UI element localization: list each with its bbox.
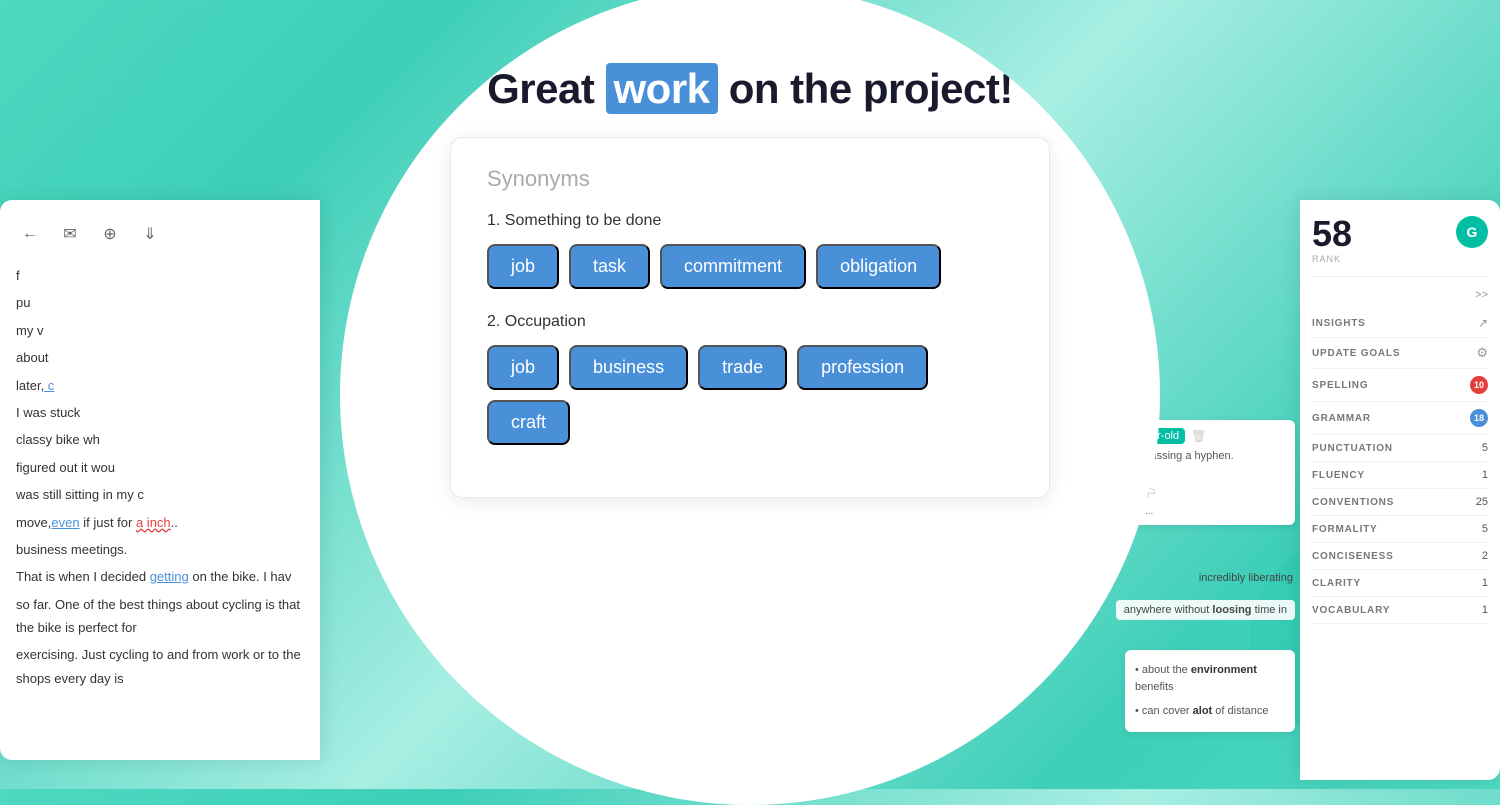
tag-trade[interactable]: trade [698,345,787,390]
issue-spelling[interactable]: SPELLING 10 [1312,369,1488,402]
bottom-note2: incredibly liberating [1197,570,1295,586]
download-icon[interactable]: ⇓ [136,220,164,248]
score-section: 58 RANK [1312,216,1352,264]
insights-icon: ↗ [1478,316,1488,330]
punctuation-count: 5 [1482,442,1488,454]
clarity-count: 1 [1482,577,1488,589]
conventions-count: 25 [1476,496,1488,508]
main-heading: Great work on the project! [487,65,1013,113]
heading-highlighted-word: work [606,63,718,114]
update-goals-label: UPDATE GOALS [1312,348,1400,359]
flag-icon[interactable]: ⚐ [1145,484,1285,502]
conciseness-count: 2 [1482,550,1488,562]
editor-toolbar: ← ✉ ⊕ ⇓ [16,220,304,248]
synonyms-title: Synonyms [487,166,1013,192]
conventions-label: CONVENTIONS [1312,497,1394,508]
fluency-count: 1 [1482,469,1488,481]
tag-obligation[interactable]: obligation [816,244,941,289]
nav-arrows[interactable]: >> [1475,289,1488,301]
group-2-tags: job business trade profession craft [487,345,1013,445]
insights-label: INSIGHTS [1312,318,1366,329]
punctuation-label: PUNCTUATION [1312,443,1393,454]
issue-conciseness[interactable]: CONCISENESS 2 [1312,543,1488,570]
heading-suffix: on the project! [718,65,1013,112]
bullet-item-2: • can cover alot of distance [1135,699,1285,724]
editor-panel: ← ✉ ⊕ ⇓ f pu my v about later, c I was s… [0,200,320,760]
inbox-icon[interactable]: ✉ [56,220,84,248]
issue-vocabulary[interactable]: VOCABULARY 1 [1312,597,1488,624]
tag-job-1[interactable]: job [487,244,559,289]
spelling-badge: 10 [1470,376,1488,394]
grammar-badge: 18 [1470,409,1488,427]
grading-panel: 58 RANK G >> INSIGHTS ↗ UPDATE GOALS ⚙ S… [1300,200,1500,780]
group-1-label: 1. Something to be done [487,212,1013,230]
group-2-label: 2. Occupation [487,313,1013,331]
conciseness-label: CONCISENESS [1312,551,1394,562]
issue-clarity[interactable]: CLARITY 1 [1312,570,1488,597]
score-label: RANK [1312,254,1352,264]
center-circle: Great work on the project! Synonyms 1. S… [340,0,1160,805]
bullet-notes: • about the environment benefits • can c… [1125,650,1295,732]
synonyms-panel: Synonyms 1. Something to be done job tas… [450,137,1050,498]
fluency-label: FLUENCY [1312,470,1365,481]
update-goals-row[interactable]: UPDATE GOALS ⚙ [1312,338,1488,369]
tag-profession[interactable]: profession [797,345,928,390]
grammar-label: GRAMMAR [1312,413,1371,424]
issue-grammar[interactable]: GRAMMAR 18 [1312,402,1488,435]
clarity-label: CLARITY [1312,578,1361,589]
add-icon[interactable]: ⊕ [96,220,124,248]
bottom-note1: anywhere without loosing time in [1116,600,1295,620]
panel-header: 58 RANK G [1312,216,1488,277]
issue-formality[interactable]: FORMALITY 5 [1312,516,1488,543]
back-icon[interactable]: ← [16,220,44,248]
score-number: 58 [1312,216,1352,252]
delete-icon[interactable]: 🗑 [1191,429,1206,443]
editor-content: f pu my v about later, c I was stuck cla… [16,264,304,690]
grammar-actions: 18 [1470,409,1488,427]
grammarly-avatar: G [1456,216,1488,248]
insights-row[interactable]: INSIGHTS ↗ [1312,309,1488,338]
synonym-group-2: 2. Occupation job business trade profess… [487,313,1013,445]
tag-commitment[interactable]: commitment [660,244,806,289]
tag-task[interactable]: task [569,244,650,289]
bullet-item-1: • about the environment benefits [1135,658,1285,699]
heading-prefix: Great [487,65,605,112]
spelling-label: SPELLING [1312,380,1368,391]
issue-punctuation[interactable]: PUNCTUATION 5 [1312,435,1488,462]
group-1-tags: job task commitment obligation [487,244,1013,289]
context-text1: ... [1145,506,1285,517]
formality-count: 5 [1482,523,1488,535]
inline-suggestion: ar-old 🗑 missing a hyphen. ). ⚐ ... [1135,420,1295,525]
tag-craft[interactable]: craft [487,400,570,445]
formality-label: FORMALITY [1312,524,1378,535]
vocabulary-label: VOCABULARY [1312,605,1390,616]
vocabulary-count: 1 [1482,604,1488,616]
tag-job-2[interactable]: job [487,345,559,390]
spelling-actions: 10 [1470,376,1488,394]
tag-business[interactable]: business [569,345,688,390]
issue-conventions[interactable]: CONVENTIONS 25 [1312,489,1488,516]
issue-fluency[interactable]: FLUENCY 1 [1312,462,1488,489]
suggestion-text: missing a hyphen. [1145,450,1285,462]
settings-icon: ⚙ [1476,345,1488,361]
panel-nav: >> [1312,289,1488,301]
synonym-group-1: 1. Something to be done job task commitm… [487,212,1013,289]
suggestion-close: ). [1145,464,1285,476]
